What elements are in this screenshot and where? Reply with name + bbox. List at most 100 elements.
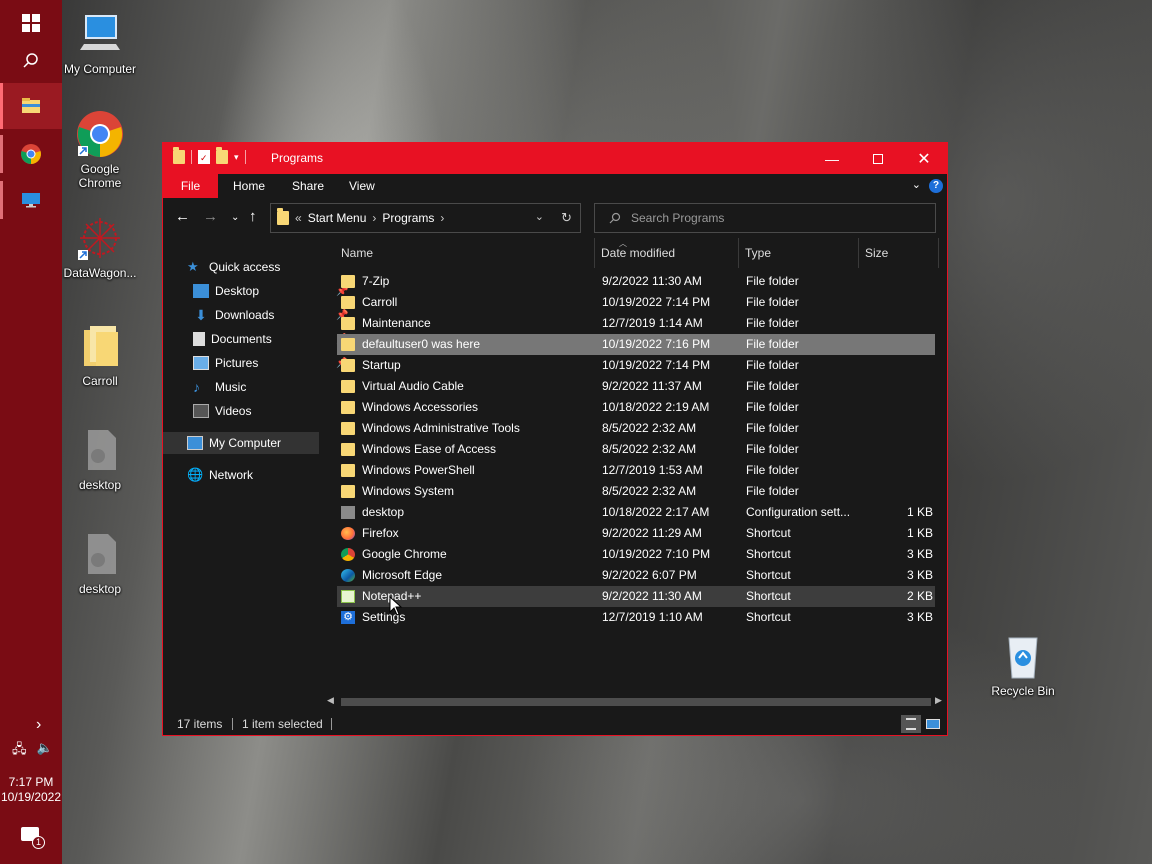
- folder-icon[interactable]: [173, 147, 185, 164]
- taskbar-chrome[interactable]: [0, 131, 62, 177]
- help-icon[interactable]: ?: [929, 179, 943, 193]
- desktop-icon-carroll[interactable]: Carroll: [62, 322, 138, 388]
- desktop-icon-label: DataWagon...: [63, 266, 137, 280]
- breadcrumb-separator-icon[interactable]: ›: [372, 211, 376, 225]
- scrollbar-thumb[interactable]: [341, 698, 931, 706]
- tab-file[interactable]: File: [163, 174, 218, 198]
- horizontal-scrollbar[interactable]: ◀ ▶: [323, 695, 947, 709]
- tab-share[interactable]: Share: [278, 174, 338, 198]
- nav-item-network[interactable]: 🌐 Network: [187, 464, 253, 486]
- search-button[interactable]: [0, 38, 62, 84]
- large-icons-view-button[interactable]: [923, 715, 943, 733]
- file-name: Google Chrome: [362, 547, 447, 561]
- column-header-date-modified[interactable]: Date modified: [595, 238, 739, 268]
- table-row[interactable]: Google Chrome 10/19/2022 7:10 PM Shortcut 3…: [337, 544, 935, 565]
- desktop-icon-desktop-ini-2[interactable]: desktop: [62, 530, 138, 596]
- breadcrumb-start-menu[interactable]: Start Menu: [308, 211, 367, 225]
- search-icon: [23, 53, 38, 68]
- scroll-left-icon[interactable]: ◀: [327, 695, 334, 706]
- table-row[interactable]: desktop 10/18/2022 2:17 AM Configuration s…: [337, 502, 935, 523]
- desktop-icon-google-chrome[interactable]: Google Chrome: [62, 110, 138, 190]
- table-row[interactable]: Windows Accessories 10/18/2022 2:19 AM Fil…: [337, 397, 935, 418]
- file-list: ︿ Name Date modified Type Size 7-Zip 9/2/…: [323, 238, 947, 708]
- table-row[interactable]: Windows Ease of Access 8/5/2022 2:32 AM Fi…: [337, 439, 935, 460]
- desktop-icon-desktop-ini-1[interactable]: desktop: [62, 426, 138, 492]
- chrome-icon: [21, 144, 41, 164]
- table-row[interactable]: Maintenance 12/7/2019 1:14 AM File folder: [337, 313, 935, 334]
- column-header-name[interactable]: Name: [323, 238, 595, 268]
- file-name: Carroll: [362, 295, 398, 309]
- quick-access-toolbar: ✓ ▾: [173, 147, 246, 164]
- file-date: 8/5/2022 2:32 AM: [602, 421, 697, 435]
- recent-locations-chevron-icon[interactable]: ⌄: [231, 212, 239, 223]
- address-bar[interactable]: « Start Menu › Programs › ⌄ ↻: [270, 203, 581, 233]
- table-row-selected[interactable]: defaultuser0 was here 10/19/2022 7:16 PM F…: [337, 334, 935, 355]
- file-date: 9/2/2022 11:29 AM: [602, 526, 702, 540]
- file-name: Windows Administrative Tools: [362, 421, 520, 435]
- file-date: 10/19/2022 7:16 PM: [602, 337, 711, 351]
- close-button[interactable]: ✕: [901, 143, 947, 174]
- table-row[interactable]: Virtual Audio Cable 9/2/2022 11:37 AM File…: [337, 376, 935, 397]
- table-row[interactable]: 7-Zip 9/2/2022 11:30 AM File folder: [337, 271, 935, 292]
- forward-arrow-icon[interactable]: →: [203, 208, 218, 225]
- nav-item-music[interactable]: ♪ Music: [193, 376, 246, 398]
- nav-item-my-computer[interactable]: My Computer: [163, 432, 319, 454]
- nav-item-desktop[interactable]: Desktop 📌: [193, 280, 348, 302]
- table-row[interactable]: Windows Administrative Tools 8/5/2022 2:3…: [337, 418, 935, 439]
- desktop-icon-my-computer[interactable]: My Computer: [62, 10, 138, 76]
- taskbar-remote-desktop[interactable]: [0, 177, 62, 223]
- volume-icon[interactable]: 🔈: [37, 740, 53, 762]
- chrome-icon: [76, 110, 124, 158]
- explorer-window: ✓ ▾ Programs — ✕ File Home Share View ⌄ …: [162, 142, 948, 736]
- maximize-button[interactable]: [855, 143, 901, 174]
- file-date: 10/19/2022 7:14 PM: [602, 295, 711, 309]
- customize-toolbar-icon[interactable]: ▾: [234, 152, 239, 163]
- table-row[interactable]: Startup 10/19/2022 7:14 PM File folder: [337, 355, 935, 376]
- new-folder-icon[interactable]: [216, 147, 228, 164]
- address-dropdown-icon[interactable]: ⌄: [535, 210, 544, 223]
- clock-date: 10/19/2022: [0, 790, 62, 804]
- expand-ribbon-icon[interactable]: ⌄: [912, 178, 921, 191]
- search-box[interactable]: [594, 203, 936, 233]
- network-icon[interactable]: 🖧: [12, 740, 27, 762]
- table-row[interactable]: Microsoft Edge 9/2/2022 6:07 PM Shortcut 3 …: [337, 565, 935, 586]
- refresh-icon[interactable]: ↻: [561, 210, 572, 226]
- scroll-right-icon[interactable]: ▶: [935, 695, 942, 706]
- network-icon: 🌐: [187, 467, 204, 482]
- breadcrumb-programs[interactable]: Programs: [382, 211, 434, 225]
- table-row[interactable]: Firefox 9/2/2022 11:29 AM Shortcut 1 KB: [337, 523, 935, 544]
- nav-item-downloads[interactable]: ⬇ Downloads 📌: [193, 304, 348, 326]
- file-date: 10/18/2022 2:19 AM: [602, 400, 710, 414]
- nav-quick-access[interactable]: ★ Quick access: [187, 256, 280, 278]
- tab-home[interactable]: Home: [219, 174, 279, 198]
- properties-icon[interactable]: ✓: [198, 150, 210, 164]
- nav-item-documents[interactable]: Documents 📌: [193, 328, 348, 350]
- column-header-type[interactable]: Type: [739, 238, 859, 268]
- title-bar[interactable]: ✓ ▾ Programs — ✕: [163, 143, 947, 174]
- desktop-icon-datawagon[interactable]: DataWagon...: [62, 214, 138, 280]
- desktop-icon-recycle-bin[interactable]: Recycle Bin: [985, 632, 1061, 698]
- clock[interactable]: 7:17 PM 10/19/2022: [0, 775, 62, 805]
- music-icon: ♪: [193, 379, 200, 395]
- table-row[interactable]: Windows System 8/5/2022 2:32 AM File folde…: [337, 481, 935, 502]
- minimize-button[interactable]: —: [809, 143, 855, 174]
- settings-file-icon: [76, 530, 124, 578]
- nav-item-pictures[interactable]: Pictures 📌: [193, 352, 348, 374]
- table-row[interactable]: ⚙ Settings 12/7/2019 1:10 AM Shortcut 3 KB: [337, 607, 935, 628]
- tab-view[interactable]: View: [335, 174, 389, 198]
- file-name: Microsoft Edge: [362, 568, 443, 582]
- back-arrow-icon[interactable]: ←: [175, 208, 190, 225]
- details-view-button[interactable]: [901, 715, 921, 733]
- search-input[interactable]: [631, 211, 911, 225]
- table-row-hover[interactable]: Notepad++ 9/2/2022 11:30 AM Shortcut 2 KB: [337, 586, 935, 607]
- notification-center-icon[interactable]: 1: [20, 825, 45, 849]
- nav-item-videos[interactable]: Videos: [193, 400, 251, 422]
- table-row[interactable]: Carroll 10/19/2022 7:14 PM File folder: [337, 292, 935, 313]
- tray-chevron-icon[interactable]: ›: [36, 716, 41, 734]
- breadcrumb-separator-icon[interactable]: ›: [440, 211, 444, 225]
- table-row[interactable]: Windows PowerShell 12/7/2019 1:53 AM File …: [337, 460, 935, 481]
- breadcrumb-overflow[interactable]: «: [295, 211, 302, 225]
- column-header-size[interactable]: Size: [859, 238, 939, 268]
- up-arrow-icon[interactable]: ↑: [249, 208, 257, 225]
- taskbar-file-explorer[interactable]: [0, 83, 62, 129]
